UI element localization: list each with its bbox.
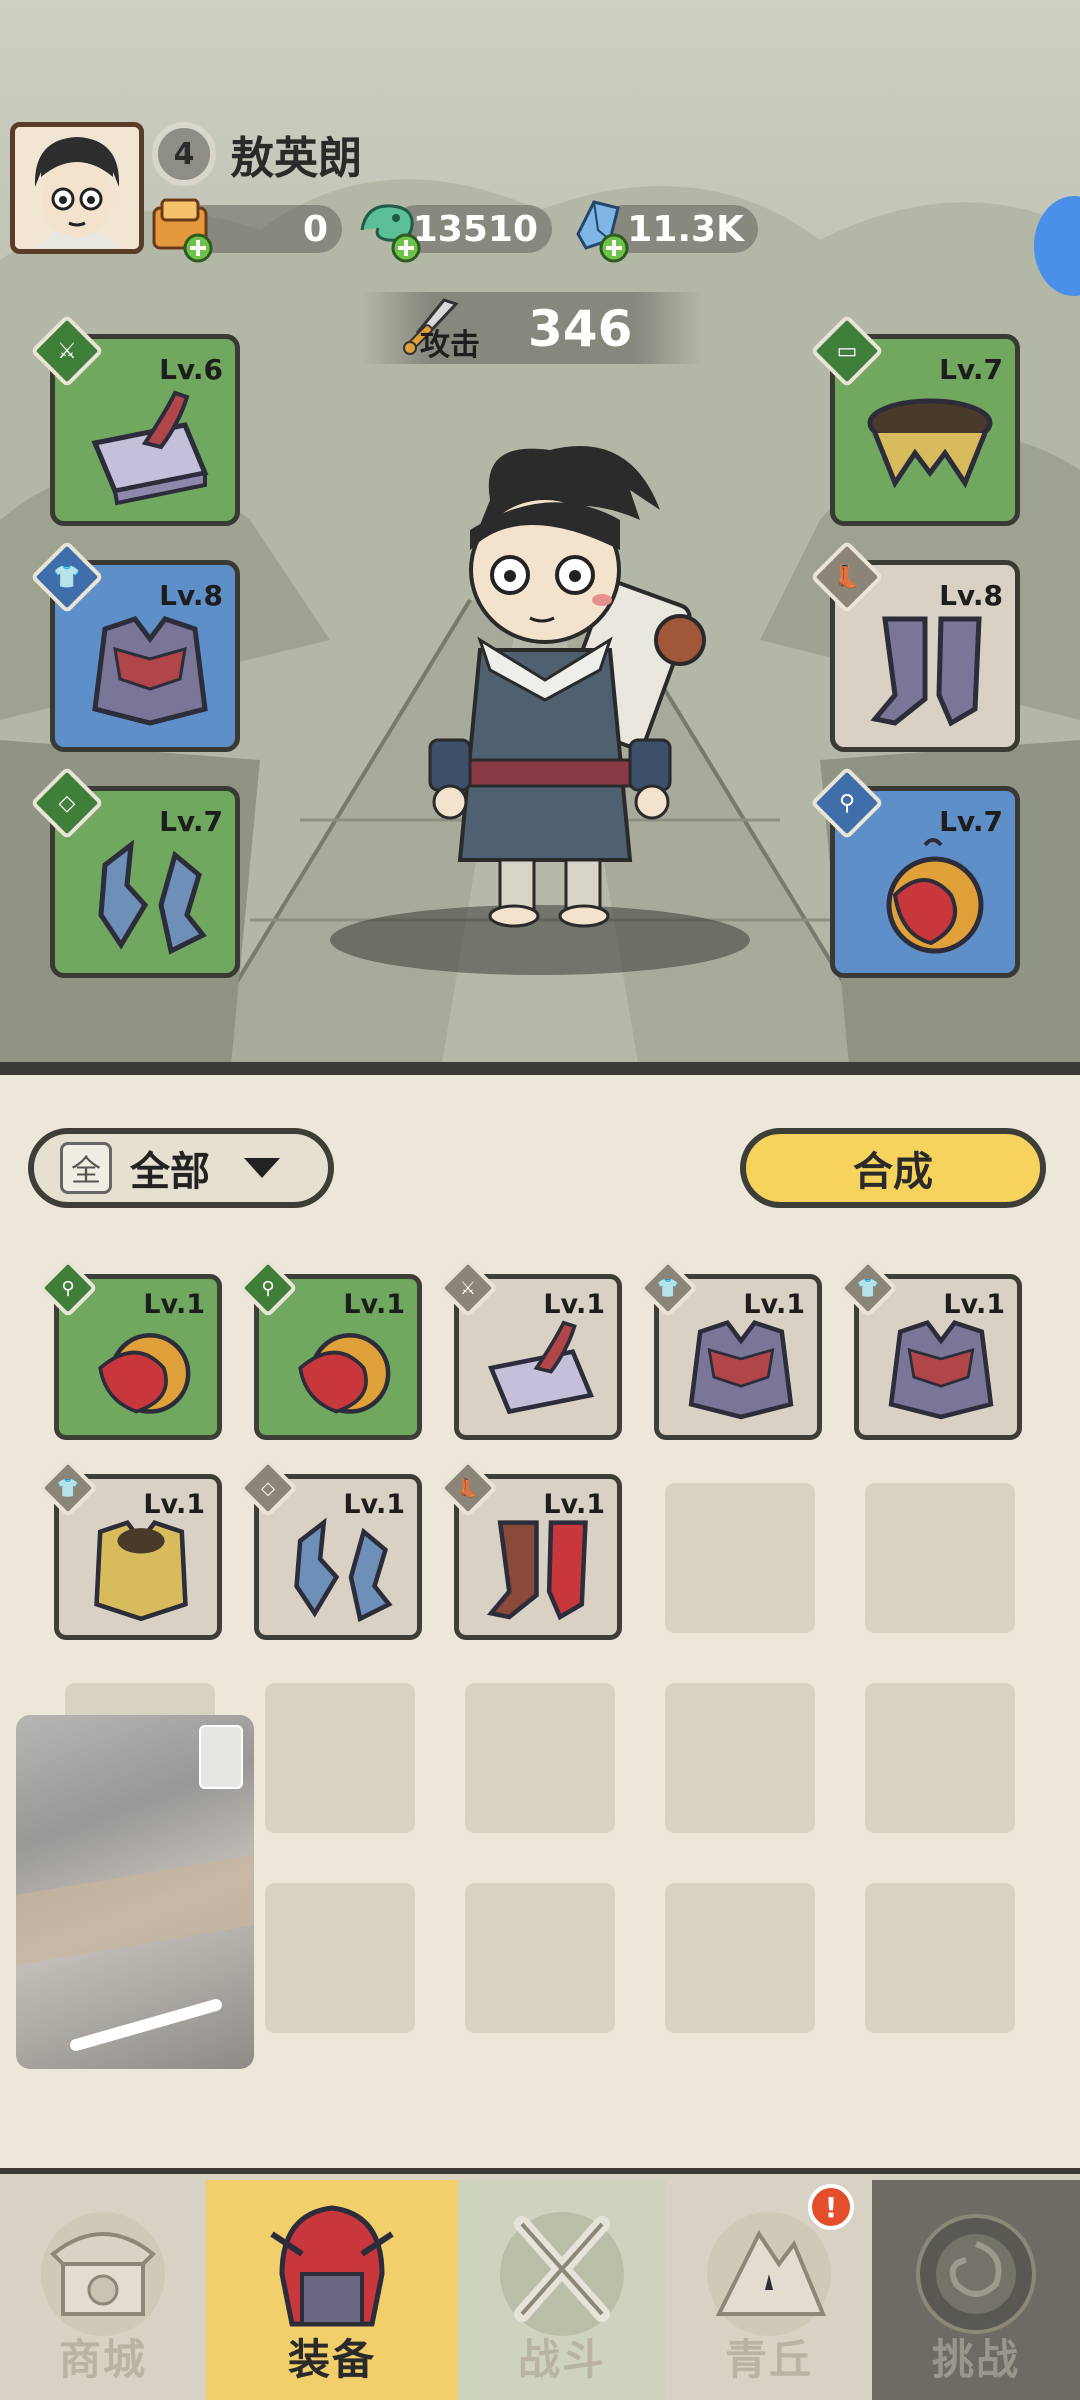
scroll-icon[interactable]	[144, 190, 222, 268]
player-name: 敖英朗	[230, 133, 362, 184]
player-avatar[interactable]	[10, 122, 144, 254]
nav-label-qingqiu: 青丘	[724, 2335, 813, 2384]
equip-slot-armor[interactable]: 👕 Lv.8	[30, 540, 240, 752]
equip-slot-amulet[interactable]: ⚲ Lv.7	[810, 766, 1020, 978]
empty-inventory-slot	[865, 1483, 1015, 1633]
equip-slot-bracers[interactable]: ◇ Lv.7	[30, 766, 240, 978]
nav-tab-shop[interactable]: 商城	[0, 2180, 206, 2400]
nav-label-challenge: 挑战	[931, 2335, 1020, 2384]
equip-slot-weapon[interactable]: ⚔ Lv.6	[30, 314, 240, 526]
amulet-icon	[886, 838, 984, 954]
empty-inventory-slot	[265, 1683, 415, 1833]
crystal-icon[interactable]	[560, 190, 638, 268]
filter-all-icon: 全	[60, 1142, 112, 1194]
nav-tab-battle[interactable]: 战斗	[458, 2180, 666, 2400]
belt-icon	[867, 398, 993, 489]
bracers-icon	[294, 1517, 393, 1623]
armor-icon	[688, 1319, 794, 1420]
inventory-item[interactable]: ⚲ Lv.1	[238, 1258, 422, 1440]
inventory-item[interactable]: 👕 Lv.1	[638, 1258, 822, 1440]
camera-thumbnail[interactable]	[199, 1725, 243, 1789]
synthesize-button[interactable]: 合成	[740, 1128, 1046, 1208]
equip-slot-belt[interactable]: ▭ Lv.7	[810, 314, 1020, 526]
inventory-item[interactable]: ◇ Lv.1	[238, 1458, 422, 1640]
armor-icon	[888, 1319, 994, 1420]
inventory-item[interactable]: ⚲ Lv.1	[38, 1258, 222, 1440]
empty-inventory-slot	[865, 1683, 1015, 1833]
nav-label-battle: 战斗	[517, 2335, 606, 2384]
empty-inventory-slot	[265, 1883, 415, 2033]
resource-scroll-value: 0	[302, 208, 328, 250]
empty-inventory-slot	[665, 1883, 815, 2033]
nav-tab-challenge[interactable]: 挑战	[872, 2180, 1080, 2400]
avatar-face-icon	[15, 127, 139, 249]
empty-inventory-slot	[665, 1483, 815, 1633]
inventory-item[interactable]: 👢 Lv.1	[438, 1458, 622, 1640]
shop-icon	[41, 2212, 165, 2336]
attack-label: 攻击	[420, 328, 480, 363]
empty-inventory-slot	[665, 1683, 815, 1833]
empty-inventory-slot	[465, 1683, 615, 1833]
inventory-item[interactable]: ⚔ Lv.1	[438, 1258, 622, 1440]
hammer-weapon-icon	[91, 390, 209, 506]
nav-label-equipment: 装备	[287, 2335, 376, 2384]
category-filter-dropdown[interactable]: 全 全部	[28, 1128, 334, 1208]
inventory-item[interactable]: 👕 Lv.1	[38, 1458, 222, 1640]
hammer-weapon-icon	[487, 1320, 595, 1415]
chevron-down-icon	[244, 1158, 280, 1178]
empty-inventory-slot	[865, 1883, 1015, 2033]
armor-icon	[92, 616, 208, 726]
gold-armor-icon	[94, 1519, 188, 1622]
equip-slot-boots[interactable]: 👢 Lv.8	[810, 540, 1020, 752]
filter-label: 全部	[130, 1149, 210, 1195]
vortex-icon	[916, 2214, 1036, 2334]
crossed-swords-icon	[500, 2212, 624, 2336]
player-level-badge: 4	[152, 122, 216, 186]
resource-jade-value: 13510	[412, 208, 538, 250]
nav-tab-equipment[interactable]: 装备	[206, 2180, 458, 2400]
inventory-item[interactable]: 👕 Lv.1	[838, 1258, 1022, 1440]
scene-divider	[0, 1062, 1080, 1075]
camera-preview-overlay[interactable]	[16, 1715, 254, 2069]
bracers-icon	[98, 839, 207, 955]
amulet-icon	[298, 1333, 391, 1414]
nav-tab-qingqiu[interactable]: 青丘 !	[666, 2180, 872, 2400]
resource-crystal-value: 11.3K	[627, 208, 744, 250]
amulet-icon	[98, 1333, 191, 1414]
bottom-nav: 商城 装备 战斗 青丘 ! 挑战	[0, 2168, 1080, 2400]
hero-character[interactable]	[370, 440, 730, 980]
empty-inventory-slot	[465, 1883, 615, 2033]
notification-badge: !	[808, 2184, 854, 2230]
jade-dragon-icon[interactable]	[352, 190, 430, 268]
attack-value: 346	[528, 300, 633, 358]
nav-label-shop: 商城	[58, 2335, 147, 2384]
boots-icon	[870, 616, 982, 727]
red-boots-icon	[486, 1520, 588, 1621]
helmet-icon	[270, 2205, 394, 2327]
